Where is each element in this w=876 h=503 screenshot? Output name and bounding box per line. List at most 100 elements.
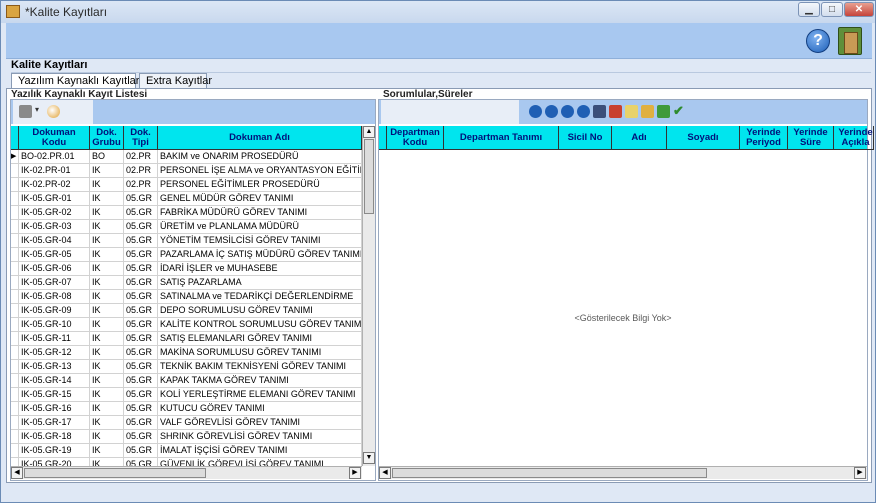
minimize-button[interactable]: ▁ [798,2,820,17]
cell-dok-tipi[interactable]: 05.GR [124,444,158,458]
cell-dok-grubu[interactable]: IK [90,206,124,220]
horizontal-scroll-thumb[interactable] [24,468,206,478]
table-row[interactable]: IK-05.GR-01 IK 05.GR GENEL MÜDÜR GÖREV TANI… [11,192,362,206]
col-header-dokuman-kodu[interactable]: Dokuman Kodu [19,126,90,150]
cell-dokuman-kodu[interactable]: IK-05.GR-15 [19,388,90,402]
new-record-icon[interactable] [625,105,638,118]
cell-dok-tipi[interactable]: 05.GR [124,248,158,262]
cell-dok-grubu[interactable]: IK [90,248,124,262]
cell-dokuman-kodu[interactable]: IK-05.GR-01 [19,192,90,206]
col-header-adi[interactable]: Adı [612,126,667,150]
tab-extra-kayitlar[interactable]: Extra Kayıtlar [139,73,212,89]
cell-dok-tipi[interactable]: 05.GR [124,318,158,332]
table-row[interactable]: IK-05.GR-10 IK 05.GR KALİTE KONTROL SORUMLU… [11,318,362,332]
cell-dokuman-adi[interactable]: PAZARLAMA İÇ SATIŞ MÜDÜRÜ GÖREV TANIMI [158,248,362,262]
table-row[interactable]: IK-05.GR-02 IK 05.GR FABRİKA MÜDÜRÜ GÖREV T… [11,206,362,220]
cell-dok-tipi[interactable]: 05.GR [124,360,158,374]
cell-dok-grubu[interactable]: IK [90,360,124,374]
cell-dok-grubu[interactable]: IK [90,332,124,346]
copy-icon[interactable] [641,105,654,118]
cell-dokuman-kodu[interactable]: BO-02.PR.01 [19,150,90,164]
table-row[interactable]: IK-05.GR-04 IK 05.GR YÖNETİM TEMSİLCİSİ GÖR… [11,234,362,248]
next-record-icon[interactable] [561,105,574,118]
cell-dok-grubu[interactable]: IK [90,290,124,304]
cell-dokuman-kodu[interactable]: IK-05.GR-18 [19,430,90,444]
cell-dokuman-kodu[interactable]: IK-05.GR-19 [19,444,90,458]
cell-dokuman-kodu[interactable]: IK-05.GR-16 [19,402,90,416]
cell-dok-tipi[interactable]: 05.GR [124,402,158,416]
table-row[interactable]: IK-05.GR-15 IK 05.GR KOLİ YERLEŞTİRME ELEMA… [11,388,362,402]
refresh-icon[interactable] [657,105,670,118]
table-row[interactable]: IK-02.PR-02 IK 02.PR PERSONEL EĞİTİMLER PRO… [11,178,362,192]
cell-dokuman-kodu[interactable]: IK-02.PR-02 [19,178,90,192]
close-button[interactable]: ✕ [844,2,874,17]
table-row[interactable]: IK-05.GR-13 IK 05.GR TEKNİK BAKIM TEKNİSYEN… [11,360,362,374]
cell-dokuman-adi[interactable]: KUTUCU GÖREV TANIMI [158,402,362,416]
cell-dokuman-kodu[interactable]: IK-05.GR-11 [19,332,90,346]
cell-dokuman-adi[interactable]: PERSONEL İŞE ALMA ve ORYANTASYON EĞİTİMİ [158,164,362,178]
col-header-yerinde-aciklama[interactable]: Yerinde Açıkla [834,126,874,150]
col-header-yerinde-sure[interactable]: Yerinde Süre [788,126,834,150]
cell-dokuman-adi[interactable]: KALİTE KONTROL SORUMLUSU GÖREV TANIMI [158,318,362,332]
table-row[interactable]: IK-05.GR-03 IK 05.GR ÜRETİM ve PLANLAMA MÜD… [11,220,362,234]
cell-dok-tipi[interactable]: 05.GR [124,234,158,248]
cell-dokuman-adi[interactable]: FABRİKA MÜDÜRÜ GÖREV TANIMI [158,206,362,220]
print-icon[interactable] [19,105,32,118]
cell-dokuman-kodu[interactable]: IK-05.GR-12 [19,346,90,360]
cell-dokuman-adi[interactable]: MAKİNA SORUMLUSU GÖREV TANIMI [158,346,362,360]
cell-dok-tipi[interactable]: 05.GR [124,332,158,346]
cell-dokuman-kodu[interactable]: IK-05.GR-04 [19,234,90,248]
right-scroll-left-icon[interactable]: ◀ [379,467,391,479]
cell-dok-grubu[interactable]: IK [90,346,124,360]
cell-dok-tipi[interactable]: 05.GR [124,276,158,290]
cell-dokuman-adi[interactable]: SATIŞ ELEMANLARI GÖREV TANIMI [158,332,362,346]
cell-dokuman-kodu[interactable]: IK-05.GR-06 [19,262,90,276]
cell-dokuman-adi[interactable]: SATINALMA ve TEDARİKÇİ DEĞERLENDİRME [158,290,362,304]
cell-dok-tipi[interactable]: 05.GR [124,192,158,206]
table-row[interactable]: IK-05.GR-06 IK 05.GR İDARİ İŞLER ve MUHASEB… [11,262,362,276]
table-row[interactable]: IK-05.GR-09 IK 05.GR DEPO SORUMLUSU GÖREV T… [11,304,362,318]
table-row[interactable]: IK-02.PR-01 IK 02.PR PERSONEL İŞE ALMA ve O… [11,164,362,178]
col-header-yerinde-periyod[interactable]: Yerinde Periyod [740,126,788,150]
cell-dok-tipi[interactable]: 05.GR [124,430,158,444]
col-header-dokuman-adi[interactable]: Dokuman Adı [158,126,362,150]
table-row[interactable]: IK-05.GR-14 IK 05.GR KAPAK TAKMA GÖREV TANI… [11,374,362,388]
cell-dokuman-adi[interactable]: DEPO SORUMLUSU GÖREV TANIMI [158,304,362,318]
left-horizontal-scrollbar[interactable]: ◀ ▶ [11,466,362,479]
cell-dok-tipi[interactable]: 05.GR [124,290,158,304]
cell-dokuman-kodu[interactable]: IK-05.GR-13 [19,360,90,374]
cell-dokuman-adi[interactable]: ÜRETİM ve PLANLAMA MÜDÜRÜ [158,220,362,234]
right-scroll-right-icon[interactable]: ▶ [854,467,866,479]
col-header-departman-kodu[interactable]: Departman Kodu [387,126,444,150]
cell-dok-grubu[interactable]: IK [90,234,124,248]
cell-dok-grubu[interactable]: IK [90,374,124,388]
save-icon[interactable] [593,105,606,118]
right-horizontal-scroll-thumb[interactable] [392,468,707,478]
cell-dokuman-adi[interactable]: TEKNİK BAKIM TEKNİSYENİ GÖREV TANIMI [158,360,362,374]
cell-dokuman-adi[interactable]: İDARİ İŞLER ve MUHASEBE [158,262,362,276]
table-row[interactable]: IK-05.GR-12 IK 05.GR MAKİNA SORUMLUSU GÖREV… [11,346,362,360]
cell-dokuman-kodu[interactable]: IK-05.GR-05 [19,248,90,262]
cell-dok-grubu[interactable]: IK [90,178,124,192]
table-row[interactable]: IK-05.GR-17 IK 05.GR VALF GÖREVLİSİ GÖREV T… [11,416,362,430]
cell-dok-tipi[interactable]: 05.GR [124,374,158,388]
cell-dok-tipi[interactable]: 02.PR [124,150,158,164]
cell-dokuman-kodu[interactable]: IK-05.GR-10 [19,318,90,332]
table-row[interactable]: ▶ BO-02.PR.01 BO 02.PR BAKIM ve ONARIM PROSE… [11,150,362,164]
table-row[interactable]: IK-05.GR-07 IK 05.GR SATIŞ PAZARLAMA [11,276,362,290]
previous-record-icon[interactable] [545,105,558,118]
cell-dok-tipi[interactable]: 05.GR [124,416,158,430]
cell-dok-grubu[interactable]: IK [90,444,124,458]
cell-dokuman-kodu[interactable]: IK-02.PR-01 [19,164,90,178]
cell-dok-tipi[interactable]: 05.GR [124,262,158,276]
cell-dokuman-adi[interactable]: KAPAK TAKMA GÖREV TANIMI [158,374,362,388]
cell-dokuman-adi[interactable]: BAKIM ve ONARIM PROSEDÜRÜ [158,150,362,164]
vertical-scroll-thumb[interactable] [364,139,374,214]
cell-dok-tipi[interactable]: 05.GR [124,304,158,318]
col-header-departman-tanimi[interactable]: Departman Tanımı [444,126,559,150]
scroll-right-icon[interactable]: ▶ [349,467,361,479]
cell-dokuman-kodu[interactable]: IK-05.GR-09 [19,304,90,318]
col-header-dok-grubu[interactable]: Dok. Grubu [90,126,124,150]
cell-dokuman-adi[interactable]: KOLİ YERLEŞTİRME ELEMANI GÖREV TANIMI [158,388,362,402]
cell-dokuman-adi[interactable]: GENEL MÜDÜR GÖREV TANIMI [158,192,362,206]
